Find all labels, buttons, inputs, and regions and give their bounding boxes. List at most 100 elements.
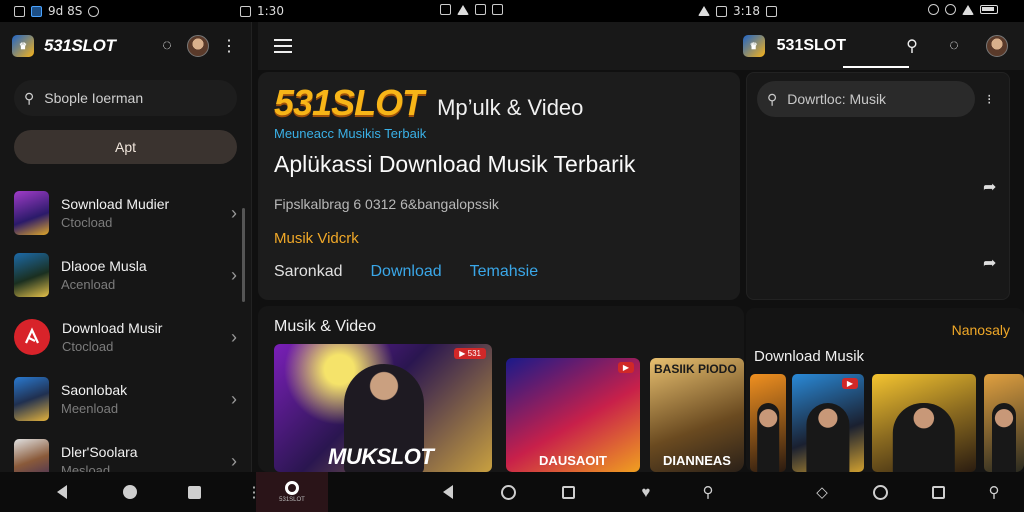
nav-active-tab[interactable]: 531SLOT [256,472,328,512]
list-item[interactable]: Saonlobak Meenload › [0,368,251,430]
profile-icon[interactable]: ⚲ [984,482,1004,502]
gallery-icon [14,5,25,17]
recents-icon[interactable] [928,482,948,502]
topbar-brand-tab[interactable]: ♛ 531SLOT [742,22,909,70]
home-icon [285,481,299,495]
app-notification-icon [31,5,42,17]
hero-action-plain[interactable]: Saronkad [274,263,343,281]
screenshot-icon [240,5,251,17]
avatar[interactable] [187,35,209,57]
share-icon[interactable]: ➦ [983,177,996,197]
list-item-subtitle: Ctocload [62,339,114,354]
list-item-thumbnail [14,319,50,355]
more-vert-icon[interactable]: ⋮ [219,36,239,56]
list-item-thumbnail [14,377,49,421]
search-icon[interactable]: ⚲ [902,36,922,56]
status-time-left: 9d 8S [48,4,83,18]
list-item-subtitle: Meenload [61,401,119,416]
list-item-title: Saonlobak [61,382,128,398]
chevron-right-icon: › [231,202,237,223]
download-link[interactable]: Download [371,263,442,281]
signal-icon [716,5,727,17]
status-right-time: 3:18 [698,4,777,18]
sync-icon [88,5,100,17]
list-item-title: Download Musir [62,320,163,336]
list-item-thumbnail [14,253,49,297]
sidebar-brand: 531SLOT [44,36,116,55]
hero-tagline: Meuneacc Musikis Terbaik [274,126,427,141]
back-icon[interactable] [52,482,72,502]
home-icon[interactable] [498,482,518,502]
hero-category[interactable]: Musik Vidcrk [274,230,724,247]
sidebar-search-input[interactable]: ⚲ Sbople Ioerman [14,80,237,116]
media-card[interactable]: ▶ [792,374,864,472]
media-card[interactable]: BASIIK PIODO DIANNEAS [650,358,744,472]
app-logo-icon[interactable]: ♛ [12,35,34,57]
card-label: MUKSLOT [328,444,434,469]
card-badge: ▶ 531 [454,348,486,359]
status-right-icons [928,4,998,15]
card-badge: ▶ [617,362,634,373]
card-label: DAUSAOIT [539,453,607,468]
heart-icon[interactable]: ♥ [636,482,656,502]
see-more-link[interactable]: Nanosaly [952,322,1010,338]
card-top-label: BASIIK PIODO [654,362,737,376]
list-item-title: Sownload Mudier [61,196,170,212]
share-icon[interactable]: ➦ [983,253,996,273]
status-mid: 1:30 [240,4,284,18]
list-item[interactable]: Download Musir Ctocload › [0,306,251,368]
status-left: 9d 8S [14,4,100,18]
back-icon[interactable]: ◇ [812,482,832,502]
wifi-icon [457,4,469,15]
list-item-subtitle: Ctocload [61,215,113,230]
music-icon [475,4,486,15]
media-card[interactable]: ▶ 531 MUKSLOT [274,344,492,472]
media-card[interactable] [872,374,976,472]
alarm-icon [440,4,451,15]
back-icon[interactable] [438,482,458,502]
alarm-icon [928,4,939,15]
media-card[interactable]: ▶ DAUSAOIT [506,358,640,472]
list-item-title: Dler'Soolara [61,444,138,460]
list-item[interactable]: Sownload Mudier Ctocload › [0,182,251,244]
more-options-icon[interactable]: ⁝ [987,91,991,108]
hero-description: Fipslkalbrag 6 0312 6&bangalopssik [274,196,499,212]
battery-icon [980,5,998,14]
hero-logo: 531SLOT [274,82,424,123]
download-musik-section: Nanosaly Download Musik ▶ [746,308,1024,472]
home-icon[interactable] [870,482,890,502]
sidebar-search-placeholder: Sbople Ioerman [44,90,144,106]
image-icon [492,4,503,15]
sidebar-scrollbar[interactable] [242,208,245,302]
status-time-mid: 1:30 [257,4,284,18]
hero-logo-subtitle: Mp’ulk & Video [437,95,584,120]
status-icons-mid [440,4,503,15]
profile-icon[interactable]: ⚲ [698,482,718,502]
hero-card: 531SLOT Mp’ulk & Video Meuneacc Musikis … [258,72,740,300]
list-item-thumbnail [14,191,49,235]
cast-icon [765,5,777,17]
chevron-right-icon: › [231,450,237,471]
menu-icon[interactable] [274,39,292,53]
chat-icon[interactable]: ◌ [944,36,964,56]
sidebar-primary-button[interactable]: Apt [14,130,237,164]
right-search-input[interactable]: ⚲ Dowrtloc: Musik [757,81,975,117]
avatar[interactable] [986,35,1008,57]
wifi-icon [962,4,974,15]
system-nav-bar: ⋮ 531SLOT ♥ ⚲ ◇ ⚲ [0,472,1024,512]
list-item-title: Dlaooe Musla [61,258,147,274]
terbaru-link[interactable]: Temahsie [470,263,538,281]
home-icon[interactable] [120,482,140,502]
list-item[interactable]: Dlaooe Musla Acenload › [0,244,251,306]
recents-icon[interactable] [558,482,578,502]
search-icon: ⚲ [767,90,778,107]
right-panel: ⚲ Dowrtloc: Musik ⁝ ➦ ➦ [746,72,1010,300]
media-card[interactable] [750,374,786,472]
list-item-subtitle: Acenload [61,277,116,292]
recents-icon[interactable] [184,482,204,502]
musik-video-section: Musik & Video ▶ 531 MUKSLOT ▶ DAUSAOIT B… [258,306,744,472]
chat-icon[interactable]: ◌ [157,36,177,56]
media-card[interactable] [984,374,1024,472]
card-badge: ▶ [841,378,858,389]
chevron-right-icon: › [231,388,237,409]
